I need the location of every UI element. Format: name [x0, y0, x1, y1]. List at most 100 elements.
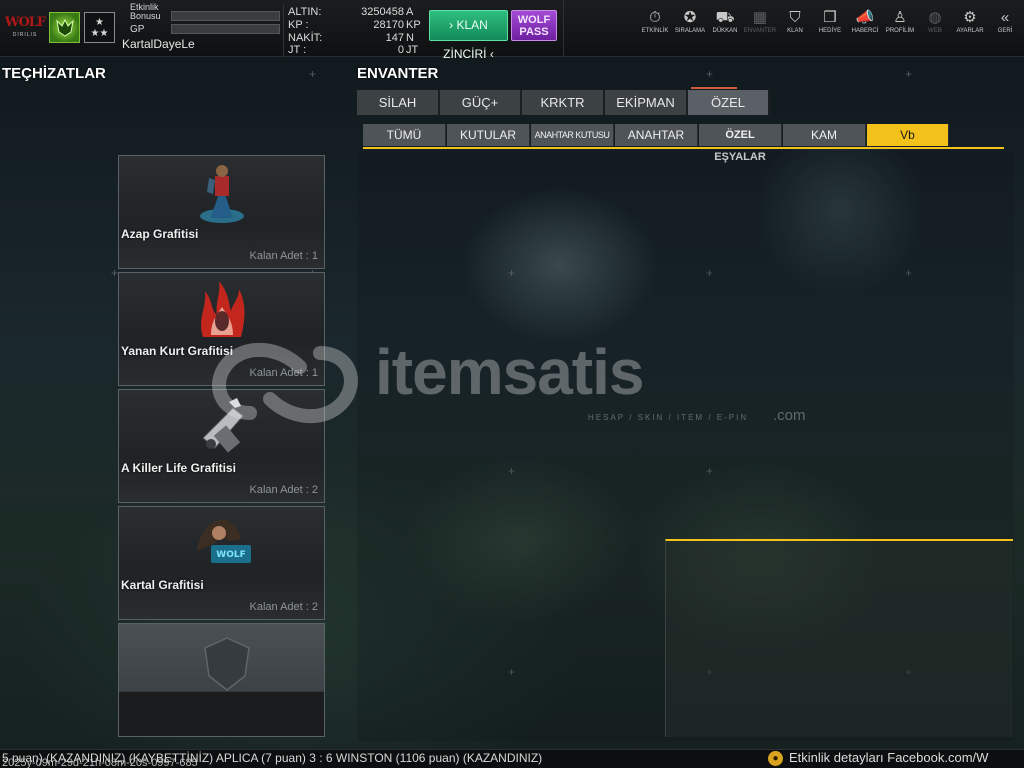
nav-item-label: HABERCİ	[851, 28, 879, 34]
event-bonus-label: Etkinlik Bonusu	[130, 2, 161, 21]
cart-icon: ⛟	[715, 9, 735, 26]
medal-icon: ✪	[683, 9, 697, 26]
equipment-slot[interactable]: WOLF Kartal Grafitisi Kalan Adet : 2	[118, 506, 325, 620]
stat-label: KP :	[288, 19, 309, 31]
back-icon: «	[1000, 9, 1010, 26]
subtab-tumu[interactable]: TÜMÜ	[363, 124, 446, 146]
nav-item[interactable]: 📣 HABERCİ	[845, 8, 885, 46]
stat-label: ALTIN:	[288, 6, 322, 18]
event-bonus-bar	[171, 11, 280, 21]
stat-unit: JT	[406, 44, 419, 56]
shield-icon: ⛉	[789, 9, 801, 26]
stat-gold: ALTIN: 3250458 A	[288, 6, 422, 19]
equipment-name: Yanan Kurt Grafitisi	[121, 344, 234, 358]
weapon-graffiti-icon	[202, 398, 244, 453]
character-graffiti-icon	[200, 165, 244, 223]
subtab-anahtar[interactable]: ANAHTAR	[615, 124, 698, 146]
tab-ozel[interactable]: ÖZEL	[688, 90, 770, 115]
tab-guc[interactable]: GÜÇ+	[440, 90, 522, 115]
item-detail-panel	[665, 539, 1013, 737]
subtab-underline	[363, 147, 1004, 149]
nav-item-label: ENVANTER	[743, 28, 777, 34]
equipment-slot[interactable]: A Killer Life Grafitisi Kalan Adet : 2	[118, 389, 325, 503]
nav-item[interactable]: « GERİ	[985, 8, 1024, 46]
subtab-vb[interactable]: Vb	[867, 124, 949, 146]
clan-chain-button[interactable]: › KLAN ZİNCİRİ ‹	[429, 10, 508, 61]
nav-item-label: ETKİNLİK	[641, 28, 669, 34]
nav-item[interactable]: ⚙ AYARLAR	[950, 8, 990, 46]
equipment-slot-empty[interactable]	[118, 623, 325, 737]
equipment-count: Kalan Adet : 1	[249, 250, 319, 262]
burning-wolf-graffiti-icon	[201, 281, 245, 337]
stat-label: JT :	[288, 44, 307, 56]
nav-item[interactable]: ◍ WEB	[915, 8, 955, 46]
topbar-divider	[563, 0, 564, 57]
top-bar: WOLF DIRILIS ★ ★★ Etkinlik Bonusu GP Kart…	[0, 0, 1024, 61]
wolf-pass-label-2: PASS	[519, 26, 549, 38]
empty-shield-slot-icon	[204, 637, 250, 691]
equipment-count: Kalan Adet : 2	[249, 601, 319, 613]
nav-item[interactable]: ⛟ DÜKKAN	[705, 8, 745, 46]
tab-krktr[interactable]: KRKTR	[522, 90, 605, 115]
bottom-ticker: 5 puan) (KAZANDINIZ) (KAYBETTİNİZ) APLIC…	[0, 749, 1024, 768]
equipment-title: TEÇHİZATLAR	[2, 65, 106, 82]
gear-icon: ⚙	[963, 9, 977, 26]
nav-item[interactable]: ▦ ENVANTER	[740, 8, 780, 46]
stopwatch-icon: ⏱	[649, 9, 661, 26]
user-circle-icon: ●	[768, 751, 783, 766]
game-logo: WOLF DIRILIS	[3, 13, 47, 43]
event-info[interactable]: ● Etkinlik detayları Facebook.com/W	[766, 750, 1024, 768]
equipment-name: A Killer Life Grafitisi	[121, 461, 236, 475]
username: KartalDayeLe	[122, 37, 195, 51]
ticker-timestamp: 2025y-09m-29d-21h-08m-20s-0997-685	[2, 757, 198, 768]
nav-item[interactable]: ⛉ KLAN	[775, 8, 815, 46]
wolf-pass-label-1: WOLF	[517, 14, 551, 26]
stat-kp: KP : 28170 KP	[288, 19, 422, 32]
profile-icon: ♙	[893, 9, 907, 26]
stars-badge-icon[interactable]: ★ ★★	[84, 12, 115, 43]
grid-plus-mark: +	[308, 67, 316, 81]
tab-silah[interactable]: SİLAH	[357, 90, 440, 115]
subtab-kutular[interactable]: KUTULAR	[447, 124, 530, 146]
gp-label: GP	[130, 24, 145, 35]
globe-icon: ◍	[928, 9, 942, 26]
equipment-name: Kartal Grafitisi	[121, 578, 204, 592]
nav-item-label: SIRALAMA	[674, 28, 706, 34]
subtab-ozel-esyalar[interactable]: ÖZEL EŞYALAR	[699, 124, 782, 163]
stat-label: NAKİT:	[288, 32, 323, 44]
nav-item[interactable]: ⏱ ETKİNLİK	[635, 8, 675, 46]
grid-plus-mark: +	[705, 67, 713, 81]
nav-item-label: GERİ	[997, 28, 1013, 34]
nav-item[interactable]: ♙ PROFİLİM	[880, 8, 920, 46]
tab-ekipman[interactable]: EKİPMAN	[605, 90, 688, 115]
nav-item-label: DÜKKAN	[712, 28, 738, 34]
equipment-slot[interactable]: Yanan Kurt Grafitisi Kalan Adet : 1	[118, 272, 325, 386]
stat-unit: N	[406, 32, 414, 44]
equipment-slot[interactable]: Azap Grafitisi Kalan Adet : 1	[118, 155, 325, 269]
event-info-text: Etkinlik detayları Facebook.com/W	[789, 750, 989, 765]
wolf-pass-button[interactable]: WOLF PASS	[511, 10, 557, 41]
gp-bar	[171, 24, 280, 34]
nav-item-label: HEDİYE	[818, 28, 842, 34]
stat-value: 28170	[373, 19, 404, 31]
wolf-team-graffiti-icon: WOLF	[197, 519, 251, 563]
nav-item[interactable]: ❒ HEDİYE	[810, 8, 850, 46]
grid-plus-mark: +	[904, 67, 912, 81]
equipment-count: Kalan Adet : 2	[249, 484, 319, 496]
megaphone-icon: 📣	[855, 9, 875, 26]
stat-unit: KP	[406, 19, 421, 31]
equipment-count: Kalan Adet : 1	[249, 367, 319, 379]
stat-value: 3250458	[361, 6, 404, 18]
nav-item[interactable]: ✪ SIRALAMA	[670, 8, 710, 46]
equipment-name: Azap Grafitisi	[121, 227, 199, 241]
subtab-kam[interactable]: KAM	[783, 124, 866, 146]
currency-stats: ALTIN: 3250458 A KP : 28170 KP NAKİT: 14…	[283, 5, 425, 57]
svg-text:WOLF: WOLF	[216, 550, 245, 560]
main-nav: ⏱ ETKİNLİK ✪ SIRALAMA ⛟ DÜKKAN ▦ ENVANTER ⛉ KLAN ❒…	[637, 8, 1024, 48]
nav-item-label: KLAN	[787, 28, 803, 34]
nav-item-label: PROFİLİM	[885, 28, 915, 34]
wolf-rank-badge-icon[interactable]	[49, 12, 80, 43]
subtab-anahtar-kutusu[interactable]: ANAHTAR KUTUSU	[531, 124, 614, 146]
inventory-title: ENVANTER	[357, 65, 439, 82]
nav-item-label: WEB	[928, 28, 942, 34]
